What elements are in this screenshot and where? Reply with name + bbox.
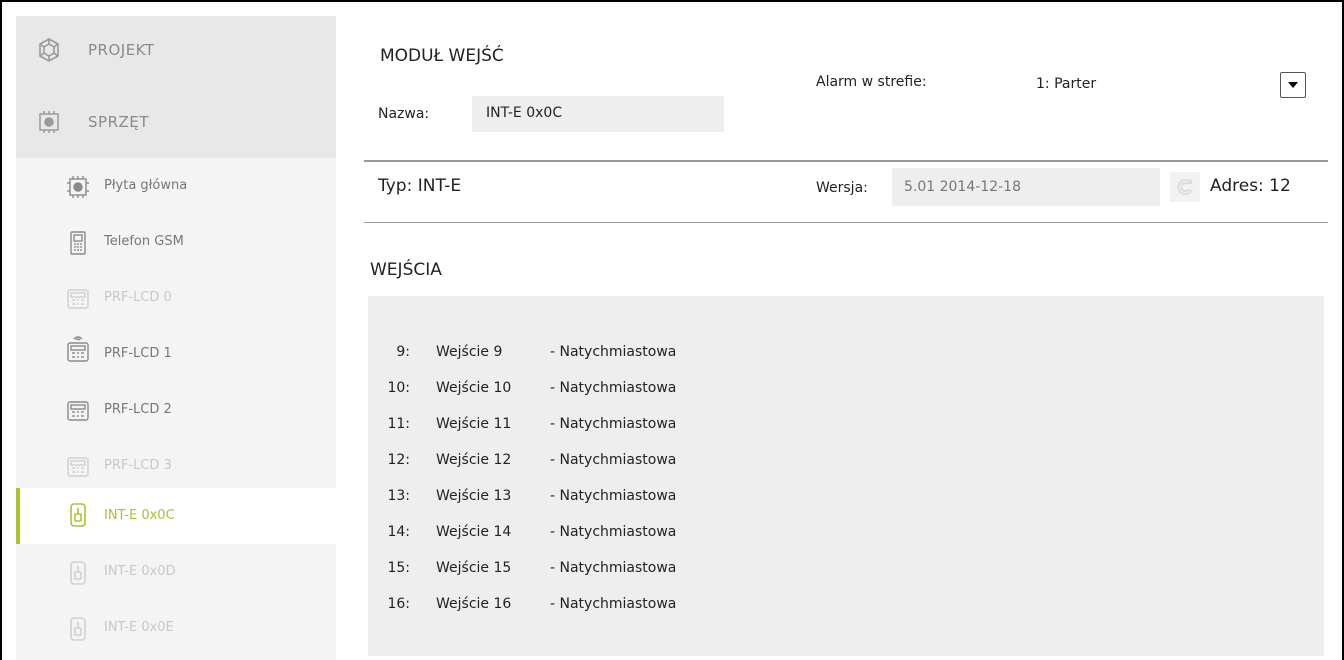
sidebar-item-label: PRF-LCD 3 [104,458,172,473]
input-number: 10: [387,380,410,396]
sidebar: PROJEKT SPRZĘT Płyta główna Telefon GSM … [16,16,336,660]
sidebar-category-label: PROJEKT [88,41,155,59]
input-name: Wejście 12 [436,452,512,468]
input-name: Wejście 11 [436,416,512,432]
input-number: 16: [387,596,410,612]
sidebar-item-prf-lcd-1[interactable]: PRF-LCD 1 [16,330,336,380]
sidebar-item-plyta-glowna[interactable]: Płyta główna [16,162,336,212]
sidebar-item-label: Płyta główna [104,178,188,193]
sidebar-item-telefon-gsm[interactable]: Telefon GSM [16,218,336,268]
gsm-phone-icon [70,231,86,255]
input-name: Wejście 15 [436,560,512,576]
input-number: 13: [387,488,410,504]
sidebar-item-prf-lcd-2[interactable]: PRF-LCD 2 [16,386,336,436]
sidebar-item-int-e-0x0e[interactable]: INT-E 0x0E [16,604,336,654]
sidebar-category-label: SPRZĘT [88,113,149,131]
input-name: Wejście 16 [436,596,512,612]
alarm-zone-label: Alarm w strefie: [816,74,927,90]
input-name: Wejście 14 [436,524,512,540]
name-field[interactable]: INT-E 0x0C [472,96,724,132]
sidebar-item-label: PRF-LCD 2 [104,402,172,417]
version-label: Wersja: [816,180,868,196]
sidebar-item-label: PRF-LCD 0 [104,290,172,305]
sidebar-item-int-e-0x0d[interactable]: INT-E 0x0D [16,548,336,598]
input-type: - Natychmiastowa [550,560,677,576]
chevron-down-icon [1288,82,1298,88]
active-indicator [16,488,20,544]
alarm-zone-value[interactable]: 1: Parter [1036,76,1096,92]
sidebar-category-sprzet[interactable]: SPRZĘT [16,94,336,150]
mainboard-icon [67,176,89,198]
sidebar-category-projekt[interactable]: PROJEKT [16,22,336,78]
input-number: 15: [387,560,410,576]
version-field: 5.01 2014-12-18 [892,168,1160,206]
sidebar-item-prf-lcd-0[interactable]: PRF-LCD 0 [16,274,336,324]
wireless-keypad-icon [67,336,89,362]
page-title: MODUŁ WEJŚĆ [380,46,504,66]
input-type: - Natychmiastowa [550,488,677,504]
module-icon [70,561,86,585]
refresh-version-button[interactable] [1170,172,1200,202]
keypad-icon [67,401,89,421]
module-icon [70,617,86,641]
input-type: - Natychmiastowa [550,452,677,468]
inputs-list: 9: Wejście 9 - Natychmiastowa 10: Wejści… [368,296,1324,656]
project-icon [39,38,59,62]
version-value: 5.01 2014-12-18 [904,179,1021,195]
sidebar-item-label: INT-E 0x0E [104,620,174,635]
module-address: Adres: 12 [1210,176,1291,196]
name-label: Nazwa: [378,106,430,122]
input-number: 12: [387,452,410,468]
keypad-icon [67,289,89,309]
hardware-icon [39,111,59,133]
sidebar-item-label: PRF-LCD 1 [104,346,172,361]
sidebar-item-label: Telefon GSM [104,234,184,249]
input-name: Wejście 10 [436,380,512,396]
sidebar-item-label: INT-E 0x0D [104,564,176,579]
divider [364,222,1328,223]
module-icon [70,503,86,527]
input-type: - Natychmiastowa [550,596,677,612]
input-number: 9: [396,344,410,360]
sidebar-item-label: INT-E 0x0C [104,508,175,523]
sidebar-item-int-e-0x0c[interactable]: INT-E 0x0C [16,488,336,544]
alarm-zone-dropdown-button[interactable] [1280,72,1306,98]
inputs-section-title: WEJŚCIA [370,260,442,280]
main-panel: MODUŁ WEJŚĆ Nazwa: INT-E 0x0C Alarm w st… [336,16,1328,660]
input-type: - Natychmiastowa [550,416,677,432]
refresh-icon [1177,179,1193,196]
module-type: Typ: INT-E [378,176,462,196]
keypad-icon [67,457,89,477]
input-type: - Natychmiastowa [550,524,677,540]
sidebar-item-prf-lcd-3[interactable]: PRF-LCD 3 [16,442,336,492]
divider [364,160,1328,162]
input-name: Wejście 13 [436,488,512,504]
name-value: INT-E 0x0C [486,105,563,121]
input-number: 14: [387,524,410,540]
input-type: - Natychmiastowa [550,380,677,396]
input-name: Wejście 9 [436,344,503,360]
input-type: - Natychmiastowa [550,344,677,360]
input-number: 11: [387,416,410,432]
